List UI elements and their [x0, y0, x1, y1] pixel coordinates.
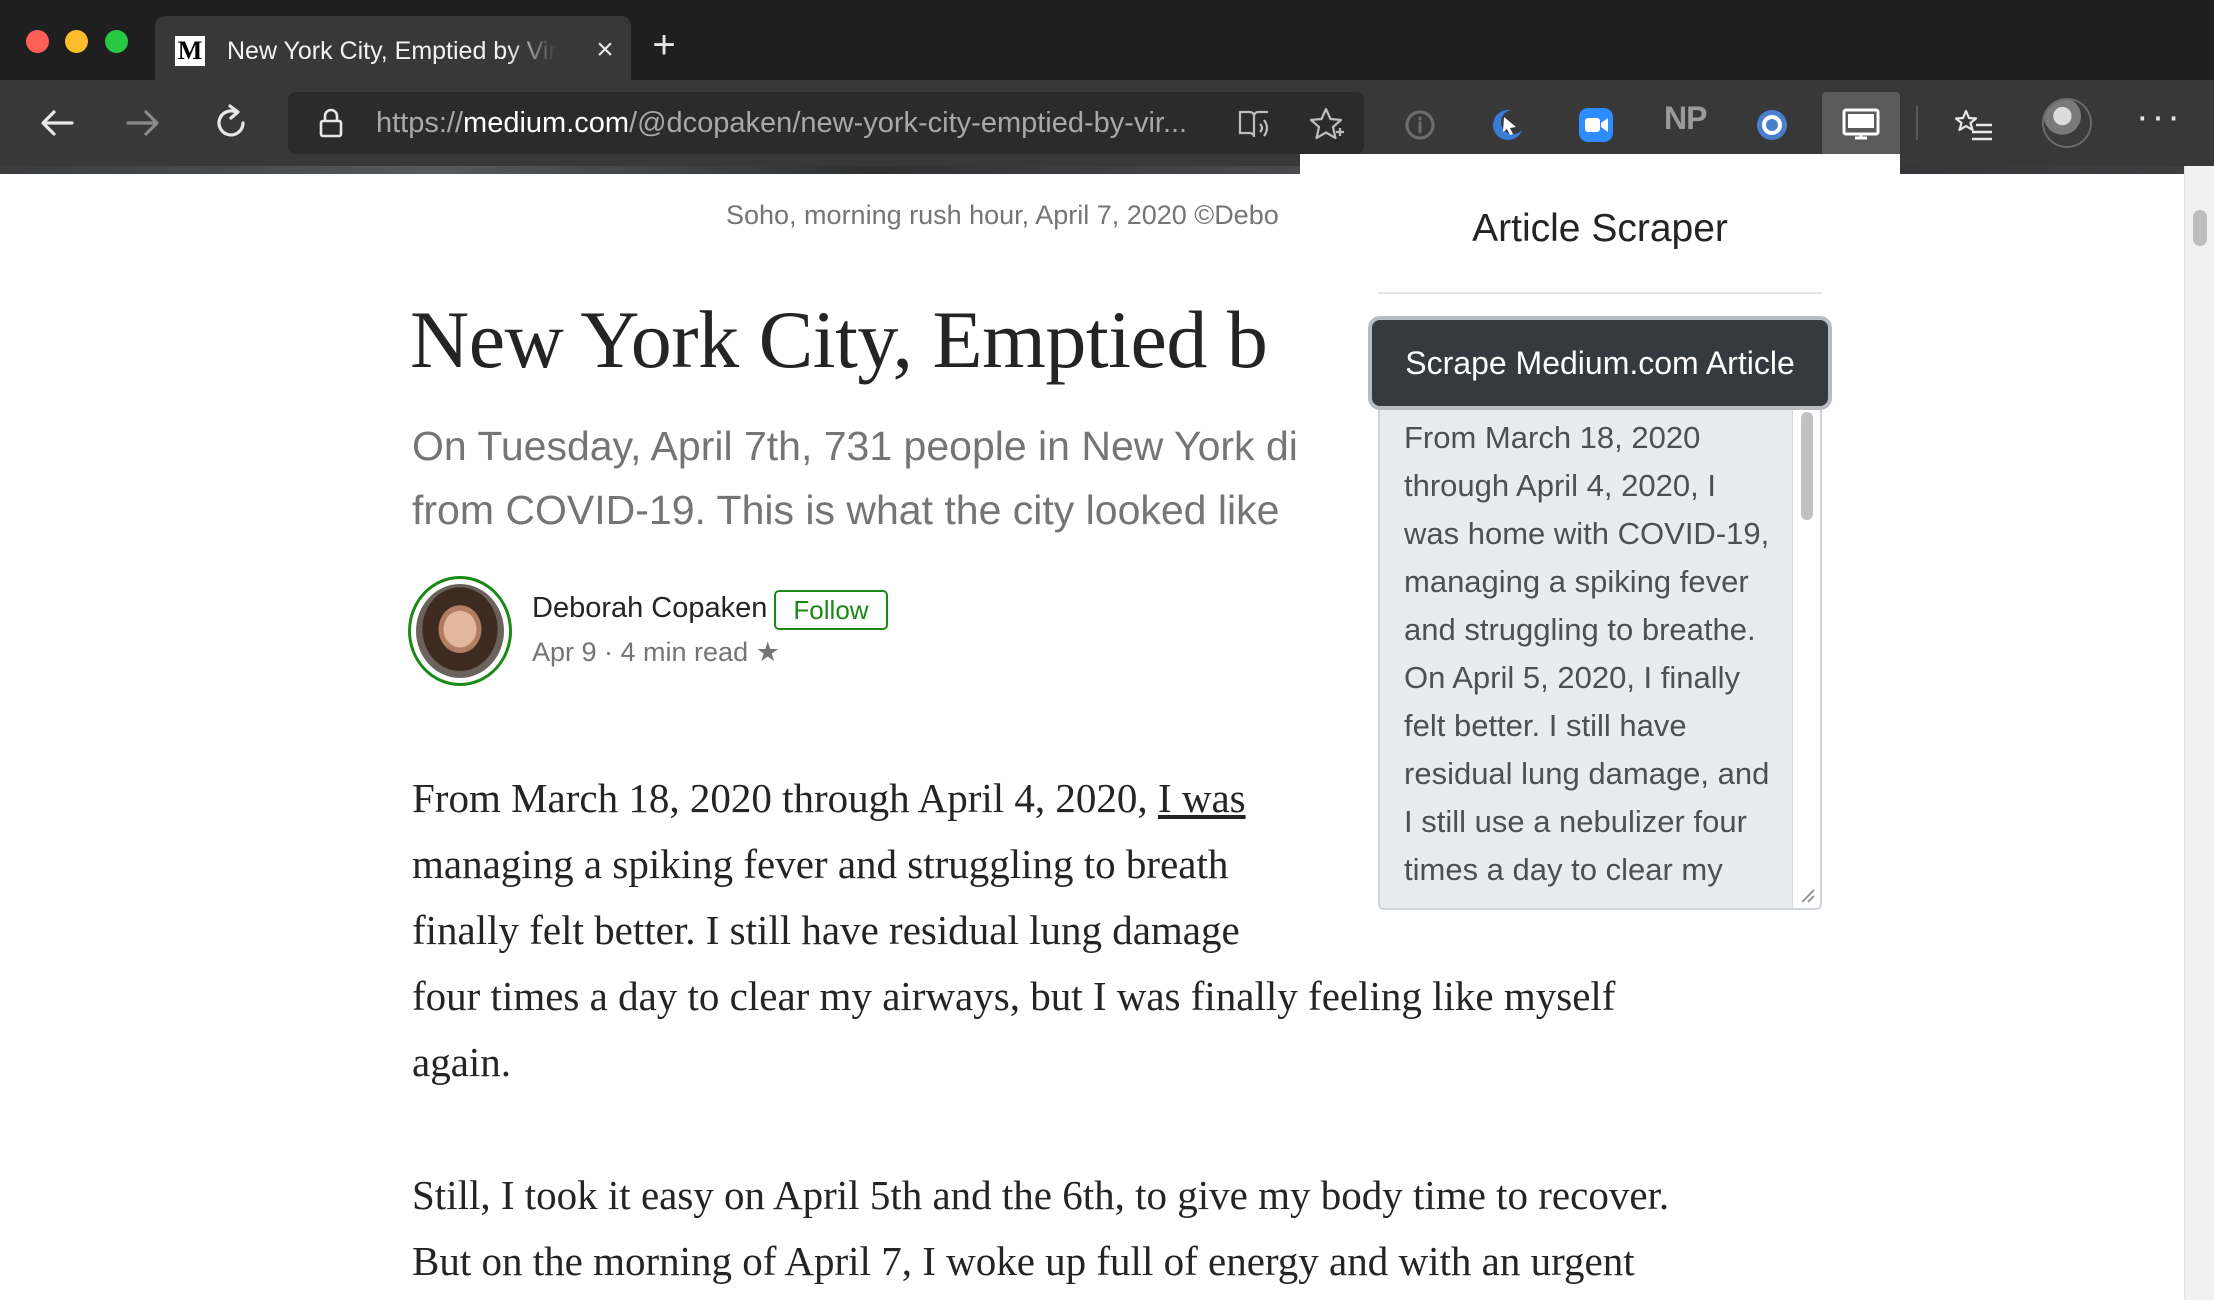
- popup-title: Article Scraper: [1472, 207, 1728, 250]
- scrape-article-button[interactable]: Scrape Medium.com Article: [1372, 320, 1828, 406]
- paragraph-line: But on the morning of April 7, I woke up…: [412, 1238, 1635, 1284]
- immersive-reader-icon[interactable]: [1234, 104, 1274, 144]
- minimize-window-button[interactable]: [65, 30, 88, 53]
- output-line: felt better. I still have: [1404, 708, 1687, 743]
- output-line: times a day to clear my: [1404, 852, 1723, 887]
- scraped-output-textarea[interactable]: From March 18, 2020 through April 4, 202…: [1378, 404, 1822, 910]
- url-host: medium.com: [463, 107, 630, 139]
- article-scraper-extension-button[interactable]: [1822, 92, 1900, 156]
- page-scrollbar-thumb[interactable]: [2193, 210, 2207, 246]
- scraped-output-text: From March 18, 2020 through April 4, 202…: [1404, 414, 1784, 894]
- refresh-icon[interactable]: [206, 98, 256, 148]
- profile-avatar[interactable]: [2042, 98, 2092, 148]
- image-caption: Soho, morning rush hour, April 7, 2020 ©…: [726, 200, 1279, 230]
- output-line: managing a spiking fever: [1404, 564, 1749, 599]
- output-scrollbar[interactable]: [1792, 404, 1820, 908]
- info-icon[interactable]: [1398, 103, 1442, 147]
- output-line: From March 18, 2020: [1404, 420, 1701, 455]
- zoom-icon[interactable]: [1574, 103, 1618, 147]
- circle-extension-icon[interactable]: [1750, 103, 1794, 147]
- browser-window: M New York City, Emptied by Virus × + ht…: [0, 0, 2214, 1300]
- tab-active[interactable]: M New York City, Emptied by Virus ×: [155, 16, 631, 80]
- medium-favicon-icon: M: [175, 36, 205, 66]
- paragraph-line: again.: [412, 1039, 512, 1085]
- resize-grip-icon[interactable]: [1798, 886, 1816, 904]
- url-scheme: https://: [376, 107, 464, 139]
- lock-icon[interactable]: [314, 106, 348, 140]
- output-line: residual lung damage, and: [1404, 756, 1770, 791]
- np-extension[interactable]: NP: [1664, 100, 1707, 137]
- paragraph-line: four times a day to clear my airways, bu…: [412, 973, 1616, 1019]
- output-line: was home with COVID-19,: [1404, 516, 1770, 551]
- tab-title: New York City, Emptied by Virus: [227, 37, 557, 65]
- tab-close-icon[interactable]: ×: [587, 32, 623, 68]
- paragraph-text: From March 18, 2020 through April 4, 202…: [412, 775, 1158, 821]
- forward-icon[interactable]: [118, 98, 168, 148]
- paragraph-2: Still, I took it easy on April 5th and t…: [412, 1162, 1812, 1294]
- zoom-window-button[interactable]: [105, 30, 128, 53]
- inline-link[interactable]: I was: [1158, 775, 1246, 821]
- article-scraper-icon: [1842, 108, 1880, 140]
- more-options-icon[interactable]: ···: [2136, 96, 2183, 139]
- author-photo: [416, 584, 504, 678]
- popup-divider: [1378, 292, 1822, 294]
- output-scrollbar-thumb[interactable]: [1801, 412, 1813, 520]
- new-tab-button[interactable]: +: [646, 25, 682, 65]
- close-window-button[interactable]: [26, 30, 49, 53]
- tab-strip: M New York City, Emptied by Virus × +: [0, 0, 2214, 80]
- address-bar[interactable]: https://medium.com/@dcopaken/new-york-ci…: [288, 92, 1364, 154]
- paragraph-line: Still, I took it easy on April 5th and t…: [412, 1172, 1670, 1218]
- output-line: and struggling to breathe.: [1404, 612, 1756, 647]
- page-scrollbar[interactable]: [2184, 166, 2214, 1300]
- cursor-moon-icon[interactable]: [1486, 103, 1530, 147]
- toolbar-separator: [1916, 106, 1918, 140]
- follow-button[interactable]: Follow: [774, 590, 888, 630]
- back-icon[interactable]: [32, 98, 82, 148]
- url-text[interactable]: https://medium.com/@dcopaken/new-york-ci…: [376, 104, 1226, 142]
- favorite-star-icon[interactable]: [1306, 104, 1346, 144]
- author-avatar[interactable]: [408, 576, 512, 686]
- url-path: /@dcopaken/new-york-city-emptied-by-vir.…: [629, 107, 1188, 139]
- favorites-list-icon[interactable]: [1952, 103, 1996, 147]
- output-line: I still use a nebulizer four: [1404, 804, 1747, 839]
- output-line: through April 4, 2020, I: [1404, 468, 1716, 503]
- article-meta: Apr 9 · 4 min read ★: [532, 637, 780, 667]
- output-line: On April 5, 2020, I finally: [1404, 660, 1741, 695]
- author-name[interactable]: Deborah Copaken: [532, 590, 767, 626]
